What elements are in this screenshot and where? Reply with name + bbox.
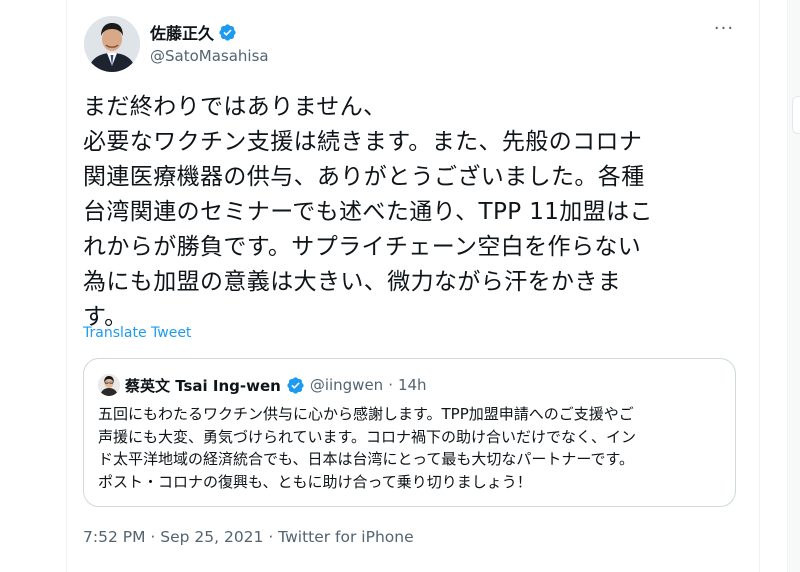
quoted-author-name[interactable]: 蔡英文 Tsai Ing-wen xyxy=(125,375,281,396)
quoted-verified-badge-icon xyxy=(287,376,304,394)
quoted-tweet-card[interactable]: 蔡英文 Tsai Ing-wen @iingwen · 14h 五回にもわたるワ… xyxy=(83,358,736,507)
quoted-avatar-portrait-icon xyxy=(98,374,120,396)
quoted-author-avatar[interactable] xyxy=(98,374,120,396)
quoted-timestamp[interactable]: 14h xyxy=(398,376,427,394)
right-panel-tab[interactable] xyxy=(792,96,800,134)
tweet-header: 佐藤正久 @SatoMasahisa ··· xyxy=(84,16,744,76)
quoted-tweet-text: 五回にもわたるワクチン供与に心から感謝します。TPP加盟申請へのご支援やご 声援… xyxy=(98,405,637,491)
tweet-timestamp[interactable]: 7:52 PM · Sep 25, 2021 · Twitter for iPh… xyxy=(83,528,414,546)
tweet-text: まだ終わりではありません、 必要なワクチン支援は続きます。また、先般のコロナ 関… xyxy=(83,94,653,330)
more-options-icon[interactable]: ··· xyxy=(712,20,736,42)
quoted-tweet-header: 蔡英文 Tsai Ing-wen @iingwen · 14h xyxy=(98,373,427,397)
author-handle[interactable]: @SatoMasahisa xyxy=(150,47,269,65)
quoted-separator: · xyxy=(388,376,393,394)
author-name[interactable]: 佐藤正久 xyxy=(150,20,214,44)
avatar-portrait-icon xyxy=(84,16,140,72)
quoted-author-handle[interactable]: @iingwen xyxy=(310,376,383,394)
right-panel-edge xyxy=(787,0,800,572)
author-name-line: 佐藤正久 xyxy=(150,21,237,43)
author-avatar[interactable] xyxy=(84,16,140,72)
translate-tweet-link[interactable]: Translate Tweet xyxy=(83,325,191,341)
verified-badge-icon xyxy=(219,23,236,41)
tweet-page: 佐藤正久 @SatoMasahisa ··· まだ終わりではありません、 必要な… xyxy=(0,0,800,572)
